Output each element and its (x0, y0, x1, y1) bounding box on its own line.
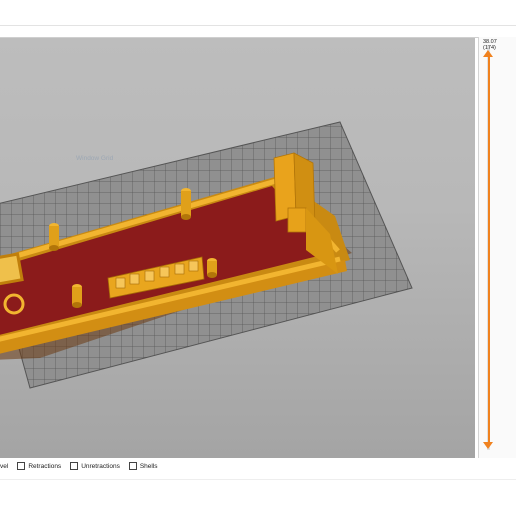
bottom-layer-handle[interactable] (483, 442, 493, 449)
title-divider (0, 25, 516, 26)
top-layer-handle[interactable] (483, 50, 493, 57)
legend-item-retractions[interactable]: Retractions (17, 462, 61, 470)
part-square-cutout (0, 252, 24, 286)
unretractions-checkbox[interactable] (70, 462, 79, 470)
legend-label: Unretractions (81, 462, 120, 470)
part-end-block (287, 207, 307, 233)
retractions-checkbox[interactable] (17, 462, 26, 470)
legend-item-travel[interactable]: vel (0, 463, 8, 470)
legend-label: Retractions (28, 462, 62, 470)
legend-item-shells[interactable]: Shells (128, 462, 158, 470)
bottom-divider (0, 479, 516, 480)
legend-item-unretractions[interactable]: Unretractions (70, 462, 120, 470)
title-bar (0, 0, 516, 26)
part-round-cutout (3, 293, 25, 315)
layer-slider-panel[interactable]: 38.07 (174) 0. (1 (478, 37, 516, 475)
3d-preview-viewport[interactable]: Window Grid (0, 38, 475, 458)
layer-slider-range (488, 55, 490, 442)
viewport-watermark: Window Grid (76, 155, 114, 162)
view-legend: vel Retractions Unretractions Shells (0, 461, 167, 471)
legend-label: Shells (139, 462, 158, 470)
legend-label: vel (0, 462, 9, 470)
shells-checkbox[interactable] (128, 462, 137, 470)
preview-scene: Window Grid (0, 121, 413, 389)
